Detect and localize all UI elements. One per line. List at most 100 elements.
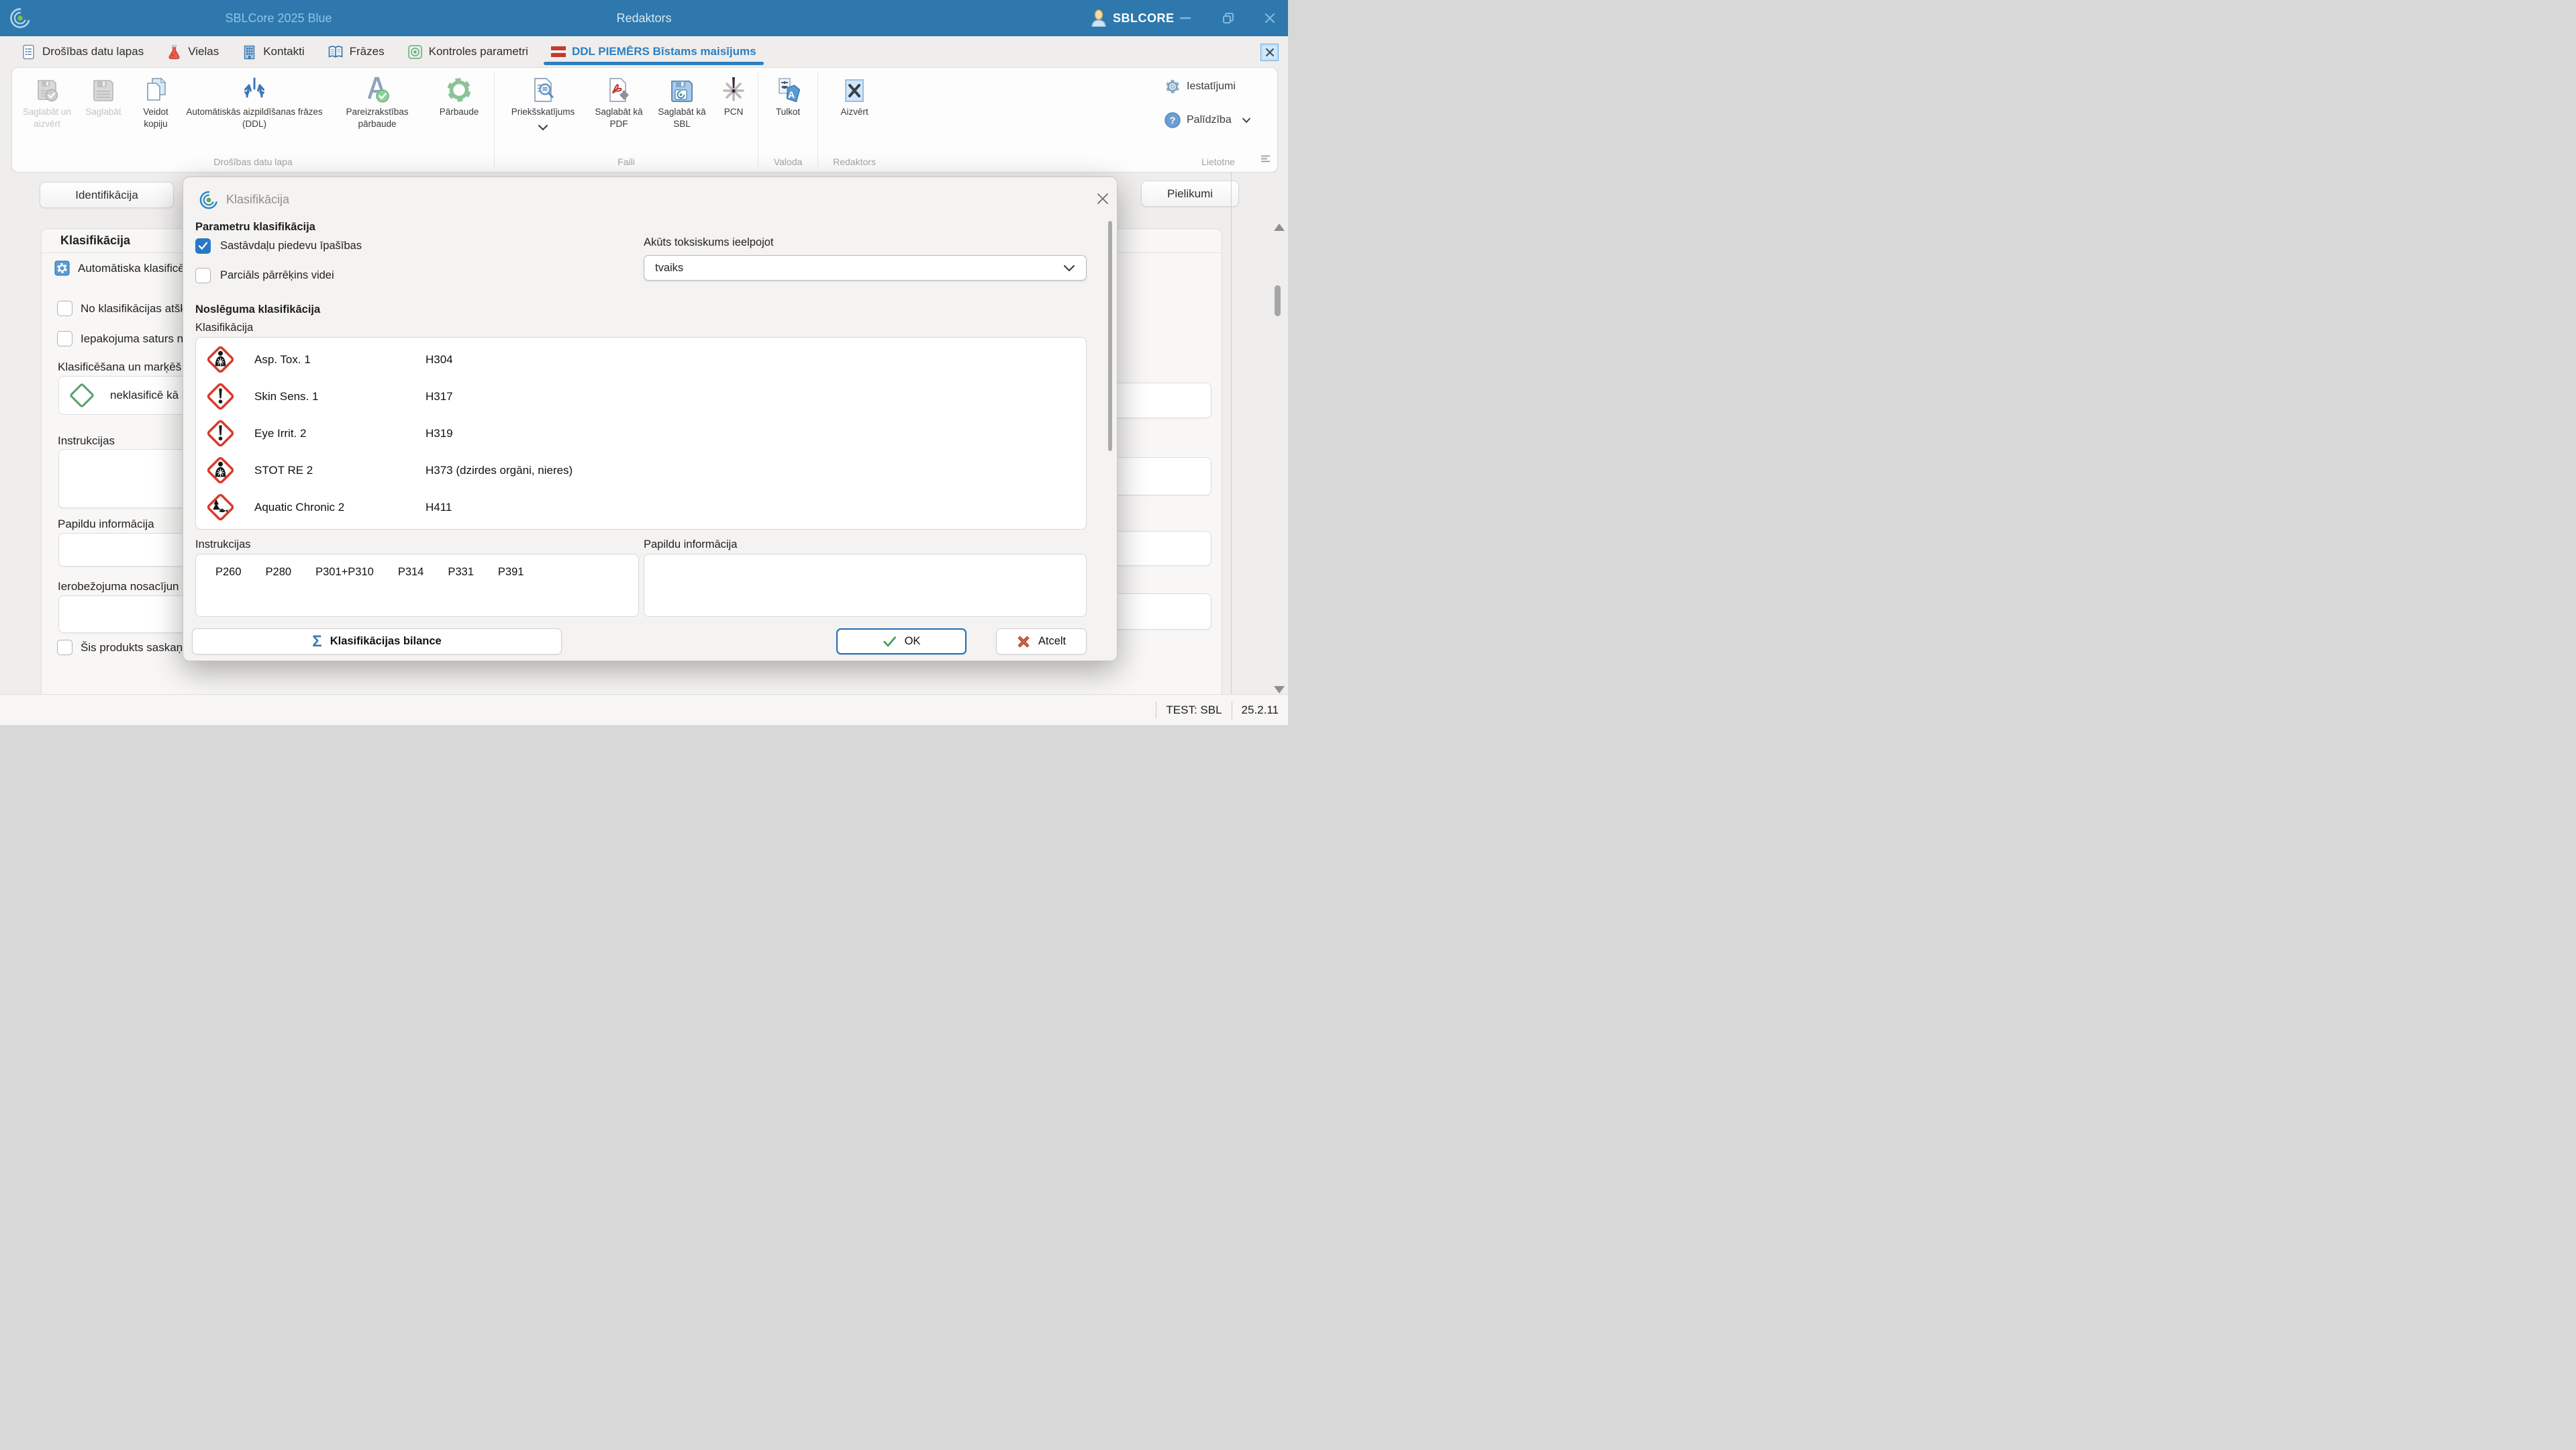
save-and-close-button[interactable]: Saglabāt un aizvērt [16, 72, 78, 133]
balance-button-label: Klasifikācijas bilance [330, 635, 442, 647]
classification-name: Eye Irrit. 2 [254, 426, 307, 440]
packaging-checkbox-label: Iepakojuma saturs n [81, 332, 184, 345]
translate-icon: A [774, 73, 802, 104]
translate-button[interactable]: A Tulkot [762, 72, 813, 133]
flask-icon [168, 44, 180, 59]
p-statement[interactable]: P331 [448, 566, 474, 616]
empty-diamond-icon [70, 383, 94, 407]
save-button[interactable]: Saglabāt [78, 72, 129, 133]
auto-classification-icon [54, 260, 70, 276]
panel-divider [1231, 173, 1232, 694]
tab-drosibas-datu-lapas[interactable]: Drošības datu lapas [9, 36, 155, 67]
user-menu[interactable]: SBLCORE [1091, 0, 1175, 36]
additional-info-field[interactable] [644, 554, 1087, 617]
editor-content: Identifikācija Pielikumi Klasifikācija A… [0, 173, 1288, 701]
scroll-down-icon[interactable] [1274, 686, 1285, 693]
autofill-phrases-button[interactable]: Automātiskās aizpildīšanas frāzes (DDL) [183, 72, 326, 133]
packaging-checkbox-row[interactable]: Iepakojuma saturs n [57, 331, 183, 346]
additive-checkbox-label: Sastāvdaļu piedevu īpašības [220, 240, 362, 252]
close-tab-button[interactable] [1260, 44, 1279, 61]
section-tab-identifikacija[interactable]: Identifikācija [40, 182, 174, 208]
p-statements-field[interactable]: P260 P280 P301+P310 P314 P331 P391 [195, 554, 639, 617]
classification-row[interactable]: Skin Sens. 1 H317 [196, 378, 1086, 415]
ribbon-group-label: Valoda [773, 156, 803, 167]
svg-text:A: A [788, 89, 795, 100]
ribbon-button-label: Automātiskās aizpildīšanas frāzes (DDL) [186, 107, 323, 129]
product-checkbox-row[interactable]: Šis produkts saskaņ [57, 640, 183, 655]
preview-button[interactable]: Priekšskatījums [499, 72, 587, 133]
restore-button[interactable] [1218, 8, 1239, 28]
close-window-button[interactable] [1259, 8, 1281, 28]
bg-right-field[interactable] [1111, 531, 1211, 566]
check-button[interactable]: Pārbaude [428, 72, 490, 133]
chevron-down-icon [1242, 117, 1250, 123]
p-statement[interactable]: P280 [266, 566, 292, 616]
tab-label: DDL PIEMĒRS Bīstams maisījums [571, 45, 756, 58]
bg-instructions-label: Instrukcijas [58, 434, 115, 447]
p-statement[interactable]: P314 [398, 566, 424, 616]
scroll-up-icon[interactable] [1274, 224, 1285, 231]
dialog-scrollbar-thumb[interactable] [1108, 221, 1112, 451]
close-editor-button[interactable]: Aizvērt [822, 72, 887, 133]
chevron-down-icon [538, 122, 548, 132]
classification-name: Asp. Tox. 1 [254, 352, 311, 366]
statusbar: TEST: SBL 25.2.11 [0, 694, 1288, 725]
tab-kontroles-parametri[interactable]: Kontroles parametri [396, 36, 540, 67]
additive-checkbox-row[interactable]: Sastāvdaļu piedevu īpašības [195, 238, 362, 254]
dialog-close-button[interactable] [1091, 187, 1115, 211]
p-statement[interactable]: P301+P310 [315, 566, 374, 616]
tab-kontakti[interactable]: Kontakti [230, 36, 315, 67]
tab-ddl-piemers-active[interactable]: DDL PIEMĒRS Bīstams maisījums [540, 36, 768, 67]
klasifikacija-dialog: Klasifikācija Parametru klasifikācija Sa… [183, 177, 1118, 661]
checkbox-unchecked[interactable] [57, 301, 72, 316]
spellcheck-button[interactable]: Pareizrakstības pārbaude [326, 72, 428, 133]
sbl-floppy-icon [668, 73, 695, 104]
section-tab-pielikumi[interactable]: Pielikumi [1141, 181, 1239, 207]
environment-badge: TEST: SBL [1166, 703, 1222, 716]
main-scrollbar-thumb[interactable] [1275, 285, 1281, 316]
classification-row[interactable]: STOT RE 2 H373 (dzirdes orgāni, nieres) [196, 452, 1086, 489]
app-window: SBLCore 2025 Blue Redaktors SBLCORE Droš… [0, 0, 1288, 725]
tab-label: Vielas [188, 45, 219, 58]
create-copy-button[interactable]: Veidot kopiju [129, 72, 183, 133]
section-tab-label: Pielikumi [1167, 187, 1213, 200]
checkbox-checked[interactable] [195, 238, 211, 254]
classification-row[interactable]: Eye Irrit. 2 H319 [196, 415, 1086, 452]
labeling-label: Klasificēšana un marķēš [58, 360, 182, 373]
ok-button[interactable]: OK [836, 628, 967, 655]
classification-balance-button[interactable]: Σ Klasifikācijas bilance [192, 628, 562, 655]
settings-button[interactable]: Iestatījumi [1165, 79, 1277, 95]
p-statement[interactable]: P260 [215, 566, 242, 616]
bg-right-field[interactable] [1111, 383, 1211, 418]
tab-frazes[interactable]: Frāzes [316, 36, 396, 67]
app-logo-icon [10, 8, 30, 28]
app-title: SBLCore 2025 Blue [225, 11, 332, 25]
help-button[interactable]: ? Palīdzība [1165, 112, 1277, 128]
help-icon: ? [1165, 112, 1181, 128]
acute-toxicity-select[interactable]: tvaiks [644, 255, 1087, 281]
classification-row[interactable]: Asp. Tox. 1 H304 [196, 341, 1086, 378]
bg-right-field[interactable] [1111, 457, 1211, 495]
minimize-button[interactable] [1175, 8, 1196, 28]
cancel-button[interactable]: Atcelt [996, 628, 1087, 655]
partial-checkbox-row[interactable]: Parciāls pārrēķins videi [195, 268, 334, 283]
cancel-x-icon [1018, 635, 1030, 648]
checkbox-unchecked[interactable] [195, 268, 211, 283]
user-name: SBLCORE [1113, 11, 1175, 25]
ribbon-button-label: Pareizrakstības pārbaude [346, 107, 409, 129]
tab-label: Kontroles parametri [428, 45, 528, 58]
checkbox-unchecked[interactable] [57, 331, 72, 346]
p-statement[interactable]: P391 [498, 566, 524, 616]
auto-classification-row[interactable]: Automātiska klasificē [54, 260, 185, 276]
group-menu-icon[interactable] [1260, 154, 1271, 166]
checkbox-unchecked[interactable] [57, 640, 72, 655]
final-section-header: Noslēguma klasifikācija [195, 303, 321, 316]
classification-row[interactable]: Aquatic Chronic 2 H411 [196, 489, 1086, 526]
tab-vielas[interactable]: Vielas [155, 36, 230, 67]
bg-right-field[interactable] [1111, 593, 1211, 630]
save-as-pdf-button[interactable]: Saglabāt kā PDF [587, 72, 650, 133]
differs-checkbox-row[interactable]: No klasifikācijas atšķ [57, 301, 186, 316]
save-as-sbl-button[interactable]: Saglabāt kā SBL [650, 72, 713, 133]
pcn-button[interactable]: PCN [713, 72, 754, 133]
version-label: 25.2.11 [1241, 703, 1279, 716]
